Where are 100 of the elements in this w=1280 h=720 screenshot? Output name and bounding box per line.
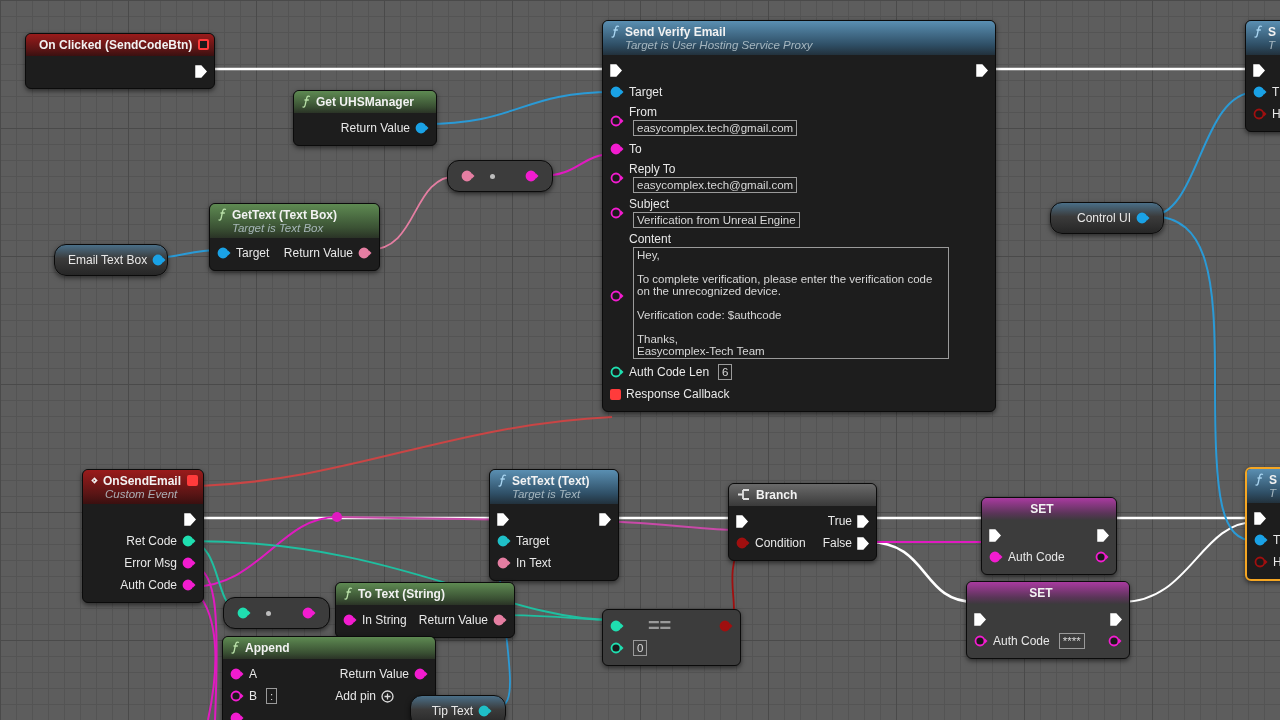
pin-label: H	[1273, 555, 1280, 569]
function-icon	[1254, 25, 1263, 38]
pin-icon[interactable]	[182, 557, 196, 569]
function-node[interactable]: S T T H	[1245, 467, 1280, 581]
compare-node[interactable]: == 0	[602, 609, 741, 666]
event-node[interactable]: OnSendEmail Custom Event Ret Code Error Msg Auth Code	[82, 469, 204, 603]
delegate-pin-icon[interactable]	[198, 39, 209, 50]
pin-icon[interactable]	[974, 635, 988, 647]
value-field[interactable]: Verification from Unreal Engine	[633, 212, 800, 228]
function-node[interactable]: SetText (Text) Target is Text Target In Text	[489, 469, 619, 581]
node-subtitle: Target is Text	[511, 488, 582, 500]
pin-icon[interactable]	[497, 535, 511, 547]
pin-label: Ret Code	[126, 534, 177, 548]
pin-label: Target	[516, 534, 550, 548]
pin-label: In Text	[516, 556, 552, 570]
exec-pin-icon[interactable]	[195, 64, 207, 78]
pin-label: Subject	[629, 197, 671, 211]
node-title: SetText (Text)	[512, 473, 590, 488]
value-field[interactable]: :	[266, 688, 278, 704]
exec-pin-icon[interactable]	[1097, 528, 1109, 542]
exec-pin-icon[interactable]	[736, 514, 748, 528]
pin-label: Response Callback	[626, 387, 730, 401]
branch-node[interactable]: Branch True Condition False	[728, 483, 877, 561]
pin-icon[interactable]	[610, 171, 624, 184]
pin-icon[interactable]	[358, 247, 372, 259]
pin-label: Target	[629, 85, 663, 99]
node-subtitle: Target is Text Box	[231, 222, 325, 234]
pin-icon[interactable]	[217, 247, 231, 259]
function-node[interactable]: Get UHSManager Return Value	[293, 90, 437, 146]
value-field[interactable]: easycomplex.tech@gmail.com	[633, 120, 798, 136]
function-node[interactable]	[602, 20, 996, 412]
exec-pin-icon[interactable]	[989, 528, 1001, 542]
pin-label: Return Value	[339, 667, 409, 681]
pin-icon[interactable]	[610, 143, 624, 155]
pin-icon[interactable]	[610, 206, 624, 219]
pin-icon[interactable]	[182, 579, 196, 591]
function-icon	[231, 641, 240, 654]
exec-pin-icon[interactable]	[976, 63, 988, 77]
node-title: SET	[1030, 501, 1054, 516]
pin-icon[interactable]	[1254, 534, 1268, 546]
pin-icon[interactable]	[182, 535, 196, 547]
exec-pin-icon[interactable]	[974, 612, 986, 626]
pin-icon[interactable]	[415, 122, 429, 134]
exec-pin-icon[interactable]	[857, 514, 869, 528]
value-field[interactable]: 6	[718, 364, 733, 380]
exec-pin-icon[interactable]	[184, 512, 196, 526]
add-pin-button[interactable]: Add pin	[335, 689, 376, 703]
event-node[interactable]: On Clicked (SendCodeBtn)	[25, 33, 215, 89]
pin-icon[interactable]	[610, 289, 624, 302]
pin-icon[interactable]	[497, 557, 511, 569]
pin-icon[interactable]	[610, 619, 624, 632]
pin-label: False	[822, 536, 852, 550]
node-title: OnSendEmail	[102, 473, 181, 488]
exec-pin-icon[interactable]	[599, 512, 611, 526]
exec-pin-icon[interactable]	[1254, 511, 1266, 525]
exec-pin-icon[interactable]	[497, 512, 509, 526]
pin-icon[interactable]	[414, 668, 428, 680]
pin-label: Content	[629, 232, 673, 246]
exec-pin-icon[interactable]	[1253, 63, 1265, 77]
value-field[interactable]: easycomplex.tech@gmail.com	[633, 177, 798, 193]
value-field[interactable]: ****	[1058, 633, 1085, 649]
pin-icon[interactable]	[478, 705, 492, 717]
pin-icon[interactable]	[610, 114, 624, 127]
function-node[interactable]: GetText (Text Box) Target is Text Box Target Return Value	[209, 203, 380, 271]
pin-icon[interactable]	[610, 86, 624, 98]
node-title: To Text (String)	[358, 586, 445, 601]
pin-icon[interactable]	[610, 366, 624, 378]
function-node[interactable]: S T T H	[1245, 20, 1280, 132]
pin-icon[interactable]	[152, 254, 167, 266]
pin-icon[interactable]	[1108, 635, 1122, 647]
variable-node[interactable]: Control UI	[1050, 202, 1164, 234]
pin-icon[interactable]	[230, 668, 244, 680]
exec-pin-icon[interactable]	[610, 63, 622, 77]
value-field[interactable]: 0	[633, 640, 648, 656]
plus-icon[interactable]	[381, 689, 394, 703]
exec-pin-icon[interactable]	[1110, 612, 1122, 626]
node-title: Send Verify Email	[625, 24, 726, 39]
pin-label: B	[249, 689, 257, 703]
node-title: GetText (Text Box)	[232, 207, 337, 222]
event-diamond-icon	[91, 474, 98, 487]
set-node[interactable]: SET Auth Code ****	[966, 581, 1130, 659]
set-node[interactable]: SET Auth Code	[981, 497, 1117, 575]
pin-icon[interactable]	[1253, 86, 1267, 98]
conversion-node[interactable]	[223, 597, 330, 629]
pin-icon[interactable]	[1095, 551, 1109, 563]
pin-icon[interactable]	[1136, 212, 1150, 224]
pin-icon[interactable]	[493, 614, 507, 626]
pin-icon[interactable]	[610, 642, 624, 654]
variable-node[interactable]: Tip Text	[410, 695, 506, 720]
pin-icon[interactable]	[237, 607, 251, 619]
value-field[interactable]: Hey, To complete verification, please enter the verification code on the unrecognized device. Verification code: $authcode Thanks, Easycomplex-Tech Team	[633, 247, 949, 359]
function-icon	[302, 95, 311, 108]
pin-icon[interactable]	[230, 690, 244, 702]
exec-pin-icon[interactable]	[857, 536, 869, 550]
pin-icon[interactable]	[343, 614, 357, 626]
node-title: On Clicked (SendCodeBtn)	[39, 37, 193, 52]
delegate-pin-icon[interactable]	[610, 388, 621, 400]
function-node[interactable]: To Text (String) In String Return Value	[335, 582, 515, 638]
pin-label: Return Value	[283, 246, 353, 260]
variable-node[interactable]: Email Text Box	[54, 244, 168, 276]
